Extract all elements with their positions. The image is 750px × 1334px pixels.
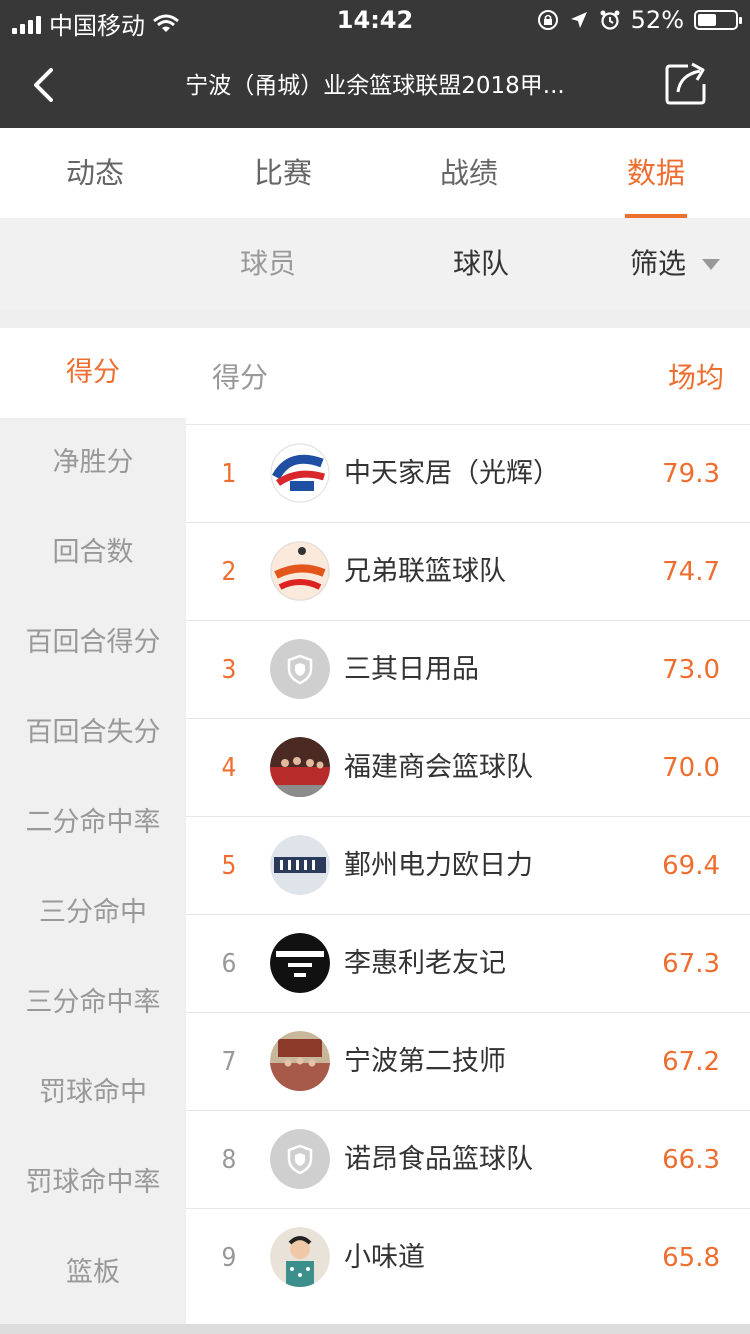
orientation-lock-icon — [537, 10, 558, 30]
share-button[interactable] — [664, 60, 710, 106]
team-rank: 9 — [221, 1243, 237, 1273]
main-tabs: 动态 比赛 战绩 数据 — [0, 128, 750, 218]
team-rank: 6 — [221, 949, 237, 979]
team-value: 74.7 — [662, 557, 720, 587]
tab-data[interactable]: 数据 — [581, 128, 731, 218]
team-row[interactable]: 6 李惠利老友记 67.3 — [186, 914, 750, 1012]
nav-bar: 宁波（甬城）业余篮球联盟2018甲... — [0, 42, 750, 128]
per-game-label[interactable]: 场均 — [668, 328, 724, 428]
team-rank: 5 — [221, 851, 237, 881]
status-bar: 中国移动 14:42 52% — [0, 0, 750, 40]
team-row[interactable]: 1 中天家居（光辉） 79.3 — [186, 424, 750, 522]
top-bar: 中国移动 14:42 52% 宁波（甬城）业余篮球联盟2018甲... — [0, 0, 750, 128]
list-title: 得分 — [212, 361, 269, 394]
tab-news[interactable]: 动态 — [20, 128, 170, 218]
team-photo — [270, 1031, 330, 1091]
back-button[interactable] — [26, 62, 60, 108]
category-item[interactable]: 二分命中率 — [0, 778, 186, 868]
team-rank: 2 — [221, 557, 237, 587]
team-rank: 8 — [221, 1145, 237, 1175]
category-item[interactable]: 篮板 — [0, 1228, 186, 1318]
battery-icon — [694, 10, 742, 30]
battery-percent: 52% — [630, 6, 684, 34]
team-row[interactable]: 5 鄞州电力欧日力 69.4 — [186, 816, 750, 914]
team-value: 73.0 — [662, 655, 720, 685]
team-value: 67.2 — [662, 1047, 720, 1077]
list-header: 得分 场均 — [186, 328, 750, 424]
alarm-icon — [600, 10, 620, 30]
team-name: 宁波第二技师 — [344, 1046, 506, 1077]
team-rank: 7 — [221, 1047, 237, 1077]
team-name: 福建商会篮球队 — [344, 752, 533, 783]
team-logo — [270, 541, 330, 601]
team-name: 鄞州电力欧日力 — [344, 850, 533, 881]
team-logo — [270, 835, 330, 895]
default-shield-logo — [270, 1129, 330, 1189]
team-rank: 1 — [221, 459, 237, 489]
location-icon — [570, 12, 587, 28]
category-item[interactable]: 罚球命中率 — [0, 1138, 186, 1228]
category-item[interactable]: 得分 — [0, 328, 186, 418]
category-item[interactable]: 回合数 — [0, 508, 186, 598]
team-photo — [270, 737, 330, 797]
category-item[interactable]: 净胜分 — [0, 418, 186, 508]
team-value: 67.3 — [662, 949, 720, 979]
team-value: 65.8 — [662, 1243, 720, 1273]
category-item[interactable]: 百回合失分 — [0, 688, 186, 778]
team-name: 兄弟联篮球队 — [344, 556, 506, 587]
page-title: 宁波（甬城）业余篮球联盟2018甲... — [185, 73, 565, 99]
team-logo — [270, 443, 330, 503]
category-sidebar: 得分 净胜分 回合数 百回合得分 百回合失分 二分命中率 三分命中 三分命中率 … — [0, 328, 186, 1334]
team-row[interactable]: 4 福建商会篮球队 70.0 — [186, 718, 750, 816]
team-rank: 4 — [221, 753, 237, 783]
tab-matches[interactable]: 比赛 — [208, 128, 358, 218]
ranking-list: 得分 场均 1 中天家居（光辉） 79.3 2 兄弟联篮球队 74.7 3 三其… — [186, 328, 750, 1324]
team-name: 三其日用品 — [344, 654, 479, 685]
team-value: 79.3 — [662, 459, 720, 489]
team-photo — [270, 1227, 330, 1287]
team-rank: 3 — [221, 655, 237, 685]
category-item[interactable]: 百回合得分 — [0, 598, 186, 688]
team-value: 66.3 — [662, 1145, 720, 1175]
share-icon — [665, 62, 706, 105]
subtab-player[interactable]: 球员 — [240, 218, 296, 310]
filter-label: 筛选 — [629, 247, 686, 280]
category-item[interactable]: 罚球命中 — [0, 1048, 186, 1138]
sub-tabs: 球员 球队 筛选 — [0, 218, 750, 310]
team-row[interactable]: 7 宁波第二技师 67.2 — [186, 1012, 750, 1110]
team-row[interactable]: 3 三其日用品 73.0 — [186, 620, 750, 718]
subtab-team[interactable]: 球队 — [453, 218, 509, 310]
bottom-divider — [0, 1324, 750, 1334]
category-item[interactable]: 三分命中 — [0, 868, 186, 958]
default-shield-logo — [270, 639, 330, 699]
team-name: 小味道 — [344, 1242, 425, 1273]
team-row[interactable]: 8 诺昂食品篮球队 66.3 — [186, 1110, 750, 1208]
team-value: 70.0 — [662, 753, 720, 783]
team-logo — [270, 933, 330, 993]
team-name: 李惠利老友记 — [344, 948, 506, 979]
category-item[interactable]: 三分命中率 — [0, 958, 186, 1048]
team-name: 诺昂食品篮球队 — [344, 1144, 533, 1175]
team-row[interactable]: 9 小味道 65.8 — [186, 1208, 750, 1306]
tab-records[interactable]: 战绩 — [394, 128, 544, 218]
filter-button[interactable]: 筛选 — [630, 218, 720, 310]
chevron-left-icon — [34, 68, 53, 102]
team-name: 中天家居（光辉） — [344, 458, 560, 489]
caret-down-icon — [702, 258, 720, 270]
team-row[interactable]: 2 兄弟联篮球队 74.7 — [186, 522, 750, 620]
team-value: 69.4 — [662, 851, 720, 881]
tab-data-label: 数据 — [626, 156, 685, 190]
